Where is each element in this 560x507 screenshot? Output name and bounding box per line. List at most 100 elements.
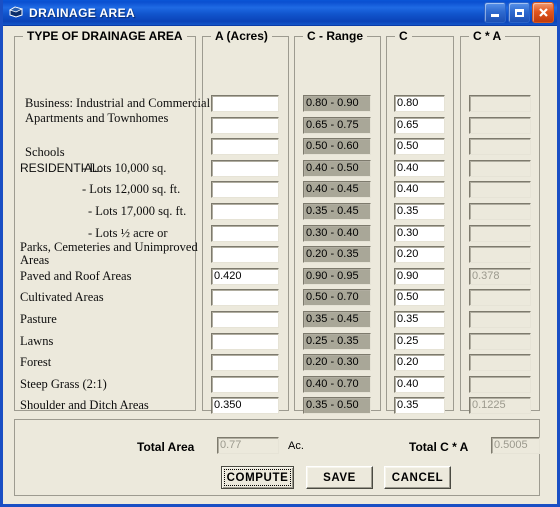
row-label: - Lots ½ acre or (88, 225, 168, 240)
c-input[interactable]: 0.40 (394, 159, 445, 177)
c-times-a-field (469, 246, 531, 264)
row-label: Cultivated Areas (20, 290, 104, 305)
a-acres-input[interactable] (211, 311, 279, 328)
a-acres-input[interactable] (211, 181, 279, 199)
a-acres-input[interactable] (211, 289, 279, 307)
compute-button[interactable]: COMPUTE (221, 466, 294, 489)
c-range-field: 0.65 - 0.75 (303, 116, 371, 134)
c-times-a-field (469, 95, 531, 112)
c-input[interactable]: 0.65 (394, 116, 445, 134)
c-range-field: 0.80 - 0.90 (303, 95, 371, 112)
maximize-icon (514, 8, 524, 17)
c-range-field: 0.30 - 0.40 (303, 224, 371, 242)
row-label-continued: Areas (20, 253, 50, 268)
row-label: Apartments and Townhomes (25, 110, 169, 125)
total-ca-value: 0.5005 (491, 437, 540, 454)
row-label: - Lots 10,000 sq. (82, 160, 167, 175)
a-acres-input[interactable] (211, 116, 279, 134)
group-a-acres-label: A (Acres) (211, 29, 272, 43)
c-times-a-field (469, 138, 531, 156)
c-times-a-field (469, 311, 531, 328)
close-icon (538, 8, 548, 17)
c-range-field: 0.25 - 0.35 (303, 332, 371, 350)
row-label: - Lots 17,000 sq. ft. (88, 204, 187, 218)
c-input[interactable]: 0.35 (394, 311, 445, 328)
c-times-a-field (469, 332, 531, 350)
a-acres-input[interactable]: 0.420 (211, 267, 279, 285)
close-button[interactable] (532, 2, 554, 23)
c-range-field: 0.50 - 0.70 (303, 289, 371, 307)
row-label: - Lots 12,000 sq. ft. (82, 182, 181, 197)
c-input[interactable]: 0.30 (394, 224, 445, 242)
c-input[interactable]: 0.35 (394, 397, 445, 415)
a-acres-input[interactable] (211, 224, 279, 242)
group-type-label: TYPE OF DRAINAGE AREA (23, 29, 187, 43)
c-input[interactable]: 0.50 (394, 138, 445, 156)
a-acres-input[interactable] (211, 95, 279, 112)
c-input[interactable]: 0.20 (394, 354, 445, 372)
c-range-field: 0.90 - 0.95 (303, 267, 371, 285)
row-label: Pasture (20, 312, 57, 326)
minimize-button[interactable] (484, 2, 506, 23)
a-acres-input[interactable] (211, 203, 279, 220)
a-acres-input[interactable] (211, 138, 279, 156)
total-area-label: Total Area (137, 440, 195, 454)
save-button[interactable]: SAVE (306, 466, 373, 489)
c-input[interactable]: 0.20 (394, 246, 445, 264)
row-label: Schools (25, 145, 65, 160)
c-input[interactable]: 0.25 (394, 332, 445, 350)
c-range-field: 0.20 - 0.35 (303, 246, 371, 264)
c-times-a-field (469, 203, 531, 220)
row-label: Lawns (20, 333, 54, 348)
drainage-window-icon (9, 6, 24, 19)
c-times-a-field (469, 354, 531, 372)
total-ca-label: Total C * A (409, 440, 469, 454)
a-acres-input[interactable] (211, 159, 279, 177)
save-button-label: SAVE (323, 471, 356, 484)
c-range-field: 0.40 - 0.45 (303, 181, 371, 199)
c-times-a-field (469, 289, 531, 307)
group-c-label: C (395, 29, 412, 43)
c-times-a-field (469, 181, 531, 199)
a-acres-input[interactable] (211, 375, 279, 393)
a-acres-input[interactable]: 0.350 (211, 397, 279, 415)
a-acres-input[interactable] (211, 332, 279, 350)
row-label: Forest (20, 355, 52, 370)
c-range-field: 0.50 - 0.60 (303, 138, 371, 156)
c-range-field: 0.35 - 0.50 (303, 397, 371, 415)
cancel-button[interactable]: CANCEL (384, 466, 451, 489)
compute-button-label: COMPUTE (226, 471, 289, 484)
window-title: DRAINAGE AREA (29, 5, 136, 20)
c-range-field: 0.20 - 0.30 (303, 354, 371, 372)
window-controls (484, 2, 554, 23)
c-input[interactable]: 0.90 (394, 267, 445, 285)
c-input[interactable]: 0.40 (394, 181, 445, 199)
c-times-a-field: 0.378 (469, 267, 531, 285)
total-area-value: 0.77 (217, 437, 279, 454)
group-c-times-a-label: C * A (469, 29, 506, 43)
client-area: TYPE OF DRAINAGE AREA A (Acres) C - Rang… (3, 26, 557, 504)
row-label: Shoulder and Ditch Areas (20, 398, 149, 413)
a-acres-input[interactable] (211, 246, 279, 264)
c-input[interactable]: 0.50 (394, 289, 445, 307)
c-input[interactable]: 0.80 (394, 95, 445, 112)
maximize-button[interactable] (508, 2, 530, 23)
row-label: Steep Grass (2:1) (20, 376, 107, 391)
minimize-icon (491, 14, 499, 17)
drainage-area-window: DRAINAGE AREA TYPE OF DRAINAGE AREA A (A… (0, 0, 560, 507)
group-c-range-label: C - Range (303, 29, 368, 43)
c-times-a-field (469, 116, 531, 134)
c-range-field: 0.40 - 0.70 (303, 375, 371, 393)
c-times-a-field (469, 224, 531, 242)
c-range-field: 0.40 - 0.50 (303, 159, 371, 177)
a-acres-input[interactable] (211, 354, 279, 372)
c-times-a-field (469, 159, 531, 177)
c-times-a-field (469, 375, 531, 393)
c-input[interactable]: 0.35 (394, 203, 445, 220)
c-times-a-field: 0.1225 (469, 397, 531, 415)
title-bar[interactable]: DRAINAGE AREA (3, 0, 557, 26)
row-label: Business: Industrial and Commercial (25, 96, 211, 110)
cancel-button-label: CANCEL (391, 471, 444, 484)
c-input[interactable]: 0.40 (394, 375, 445, 393)
total-area-unit: Ac. (288, 440, 304, 452)
